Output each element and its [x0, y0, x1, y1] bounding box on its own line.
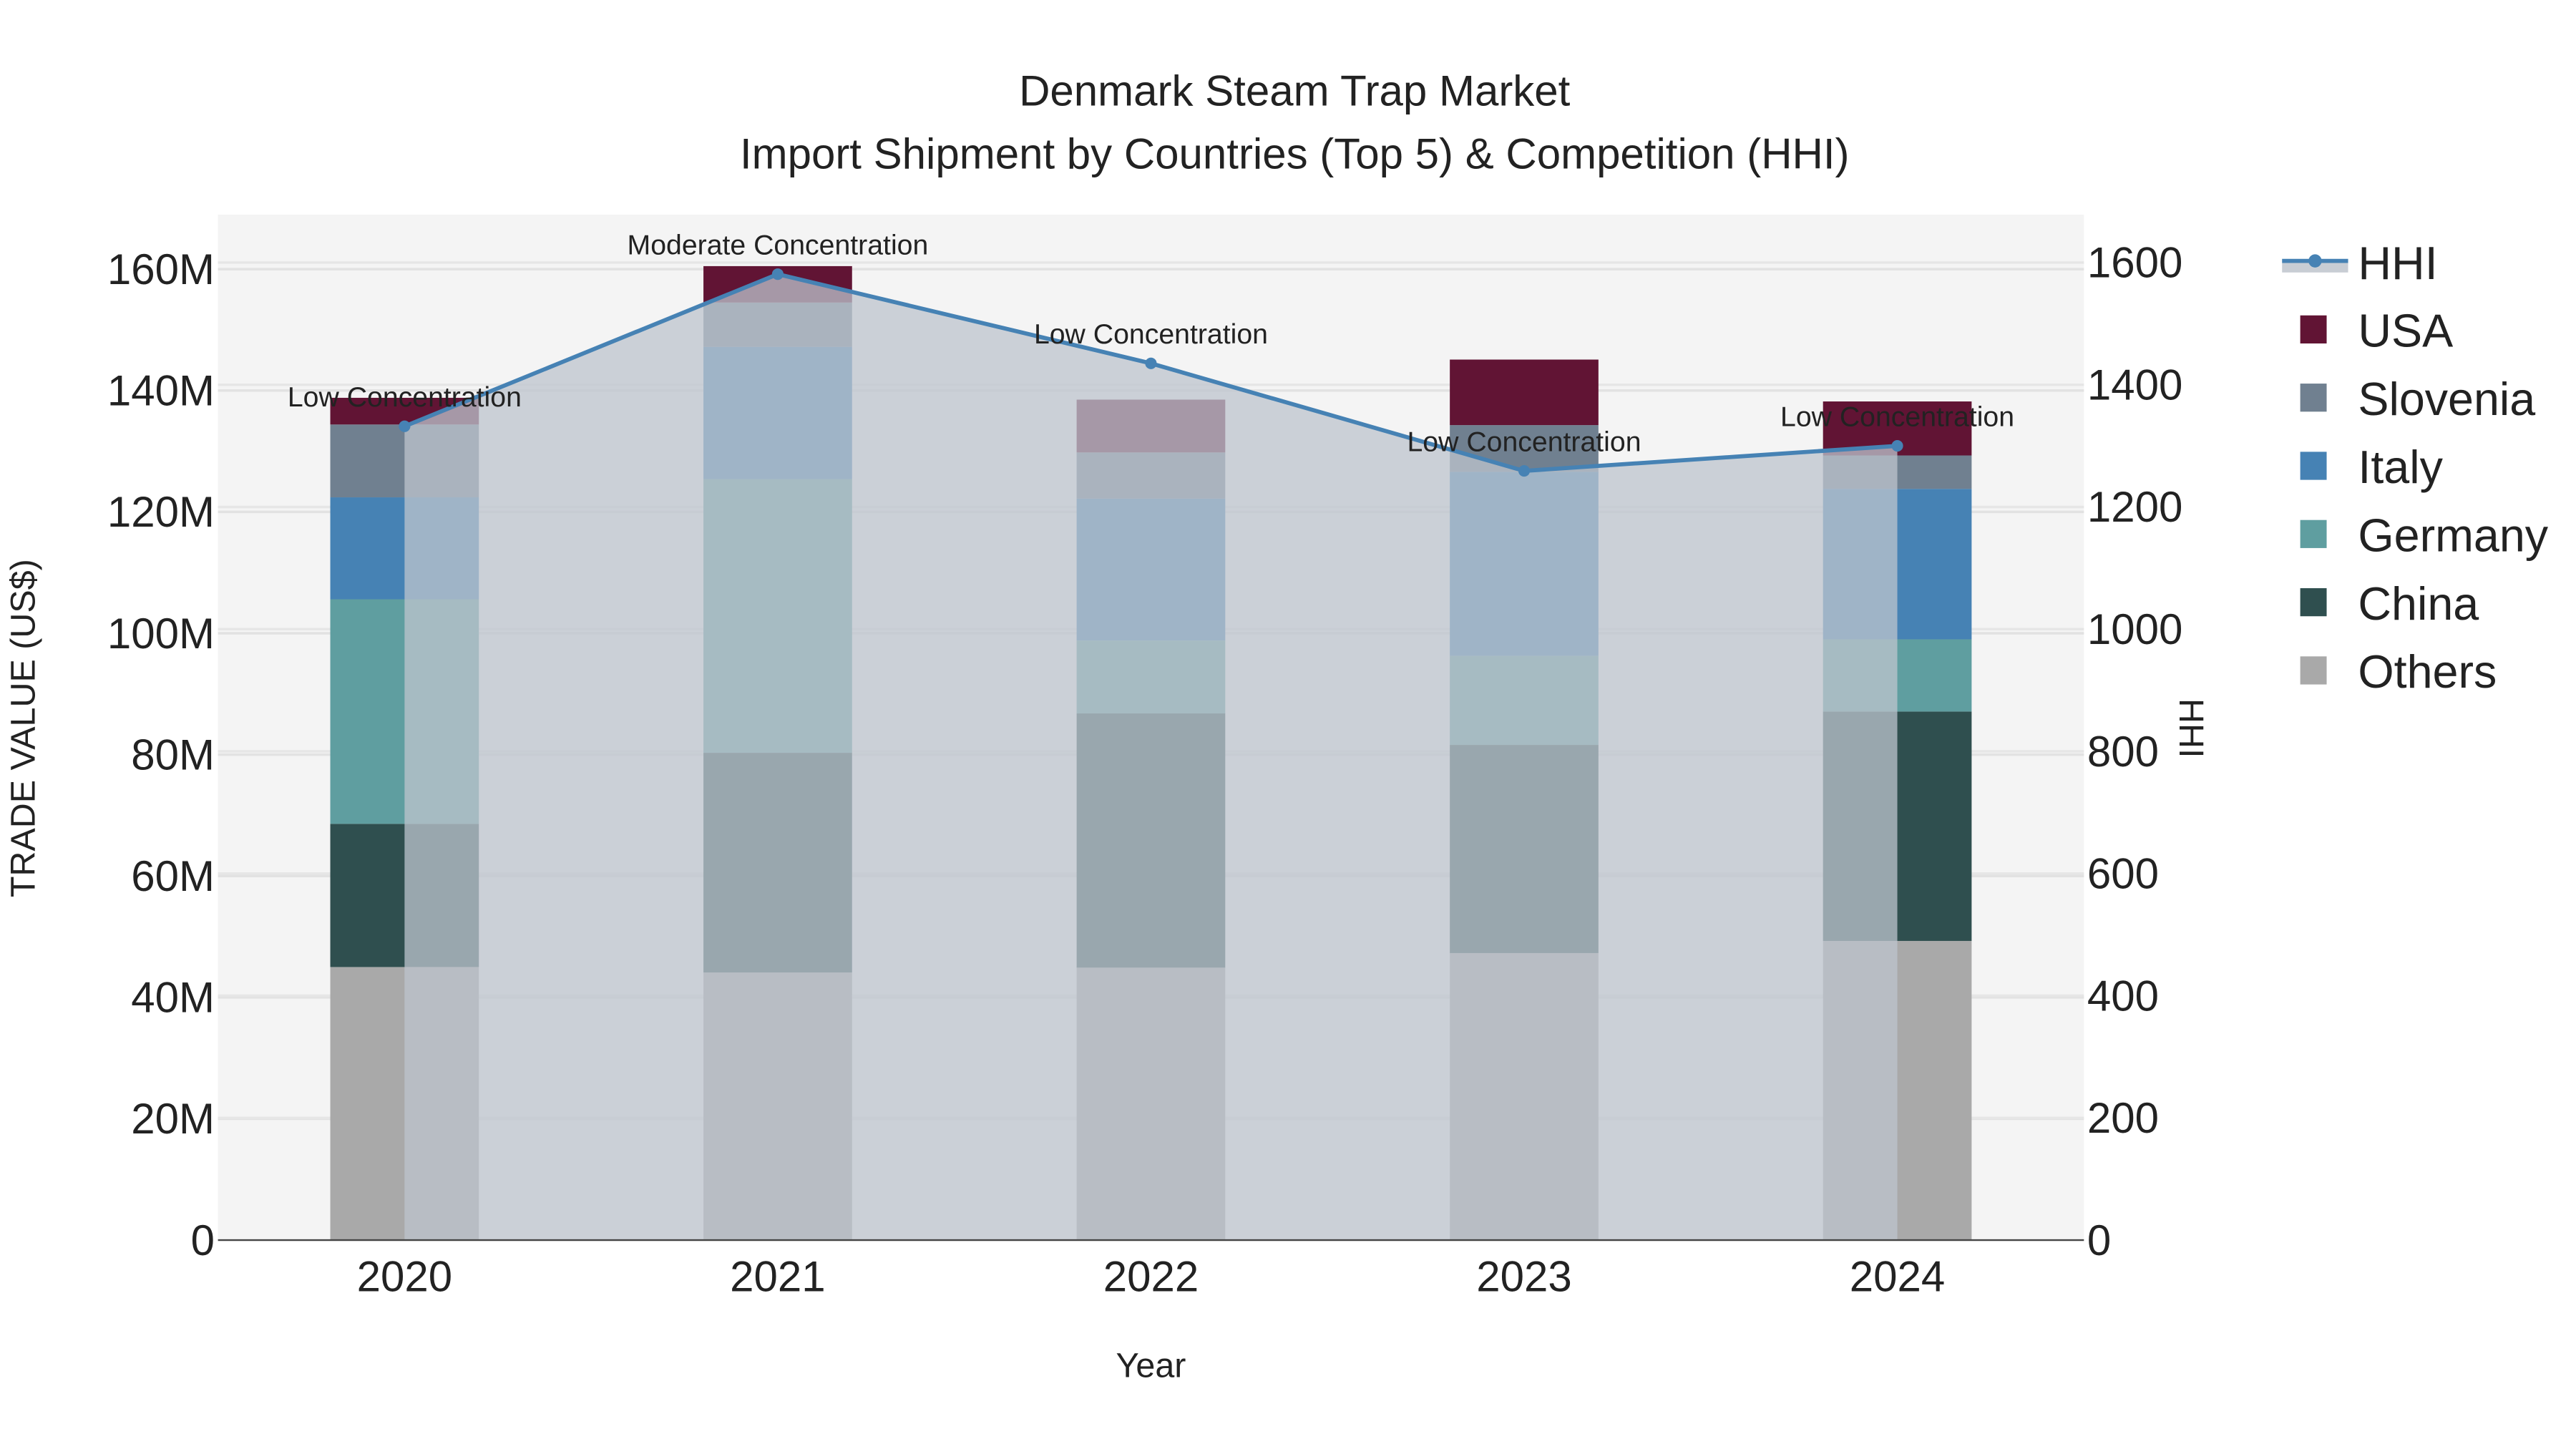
legend-swatch-others: [2300, 656, 2327, 685]
legend-swatch-slovenia: [2300, 384, 2327, 412]
legend-swatch-germany: [2300, 519, 2327, 548]
hhi-annotation: Low Concentration: [1407, 426, 1641, 457]
y2-tick-label: 0: [2087, 1216, 2111, 1264]
x-axis-title: Year: [1116, 1347, 1186, 1385]
legend-label-italy: Italy: [2358, 441, 2443, 493]
x-tick-label: 2021: [730, 1253, 825, 1301]
hhi-annotation: Low Concentration: [288, 381, 522, 413]
legend-swatch-china: [2300, 588, 2327, 617]
y2-tick-label: 1200: [2087, 483, 2182, 531]
hhi-annotation: Low Concentration: [1034, 318, 1268, 350]
hhi-point-2022: [1145, 357, 1157, 369]
y-tick-label: 40M: [131, 974, 215, 1022]
legend-swatch-italy: [2300, 452, 2327, 480]
y-tick-label: 80M: [131, 731, 215, 779]
y-tick-label: 140M: [107, 367, 215, 415]
y2-tick-label: 400: [2087, 972, 2159, 1020]
chart-title: Denmark Steam Trap Market: [1019, 67, 1571, 115]
hhi-point-2020: [399, 420, 411, 432]
bar-usa-2023: [1450, 359, 1599, 426]
y2-tick-label: 600: [2087, 850, 2159, 898]
y2-tick-label: 1400: [2087, 361, 2182, 409]
hhi-annotation: Low Concentration: [1780, 401, 2014, 432]
y2-tick-label: 800: [2087, 728, 2159, 776]
legend-hhi-marker: [2308, 254, 2322, 268]
legend-label-others: Others: [2358, 646, 2497, 698]
x-tick-label: 2022: [1103, 1253, 1199, 1301]
y-axis-title: TRADE VALUE (US$): [4, 559, 42, 897]
x-tick-label: 2020: [357, 1253, 452, 1301]
legend: HHI USA Slovenia Italy Germany China Others: [2282, 238, 2549, 698]
y2-tick-label: 1000: [2087, 605, 2182, 653]
legend-label-hhi: HHI: [2358, 238, 2437, 289]
x-tick-label: 2023: [1476, 1253, 1571, 1301]
legend-swatch-usa: [2300, 315, 2327, 343]
y-tick-label: 0: [191, 1216, 215, 1264]
y-tick-label: 100M: [107, 610, 215, 658]
y-tick-label: 60M: [131, 852, 215, 900]
y-tick-label: 20M: [131, 1095, 215, 1143]
y2-tick-label: 200: [2087, 1094, 2159, 1142]
y2-tick-label: 1600: [2087, 239, 2182, 287]
hhi-point-2023: [1518, 465, 1531, 477]
hhi-annotation: Moderate Concentration: [628, 229, 929, 260]
y-axis-ticks: 0 20M 40M 60M 80M 100M 120M 140M 160M: [107, 245, 215, 1264]
y2-axis-ticks: 0 200 400 600 800 1000 1200 1400 1600: [2087, 239, 2182, 1264]
legend-label-germany: Germany: [2358, 510, 2548, 562]
chart-subtitle: Import Shipment by Countries (Top 5) & C…: [740, 130, 1850, 177]
y-tick-label: 120M: [107, 488, 215, 536]
x-axis-ticks: 2020 2021 2022 2023 2024: [357, 1253, 1946, 1301]
legend-label-usa: USA: [2358, 306, 2453, 357]
y-tick-label: 160M: [107, 245, 215, 293]
hhi-point-2024: [1891, 440, 1903, 452]
hhi-point-2021: [771, 268, 784, 280]
chart: Low Concentration Moderate Concentration L…: [4, 67, 2549, 1385]
x-tick-label: 2024: [1850, 1253, 1945, 1301]
y2-axis-title: HHI: [2172, 698, 2210, 758]
legend-label-slovenia: Slovenia: [2358, 374, 2535, 425]
legend-label-china: China: [2358, 578, 2479, 630]
